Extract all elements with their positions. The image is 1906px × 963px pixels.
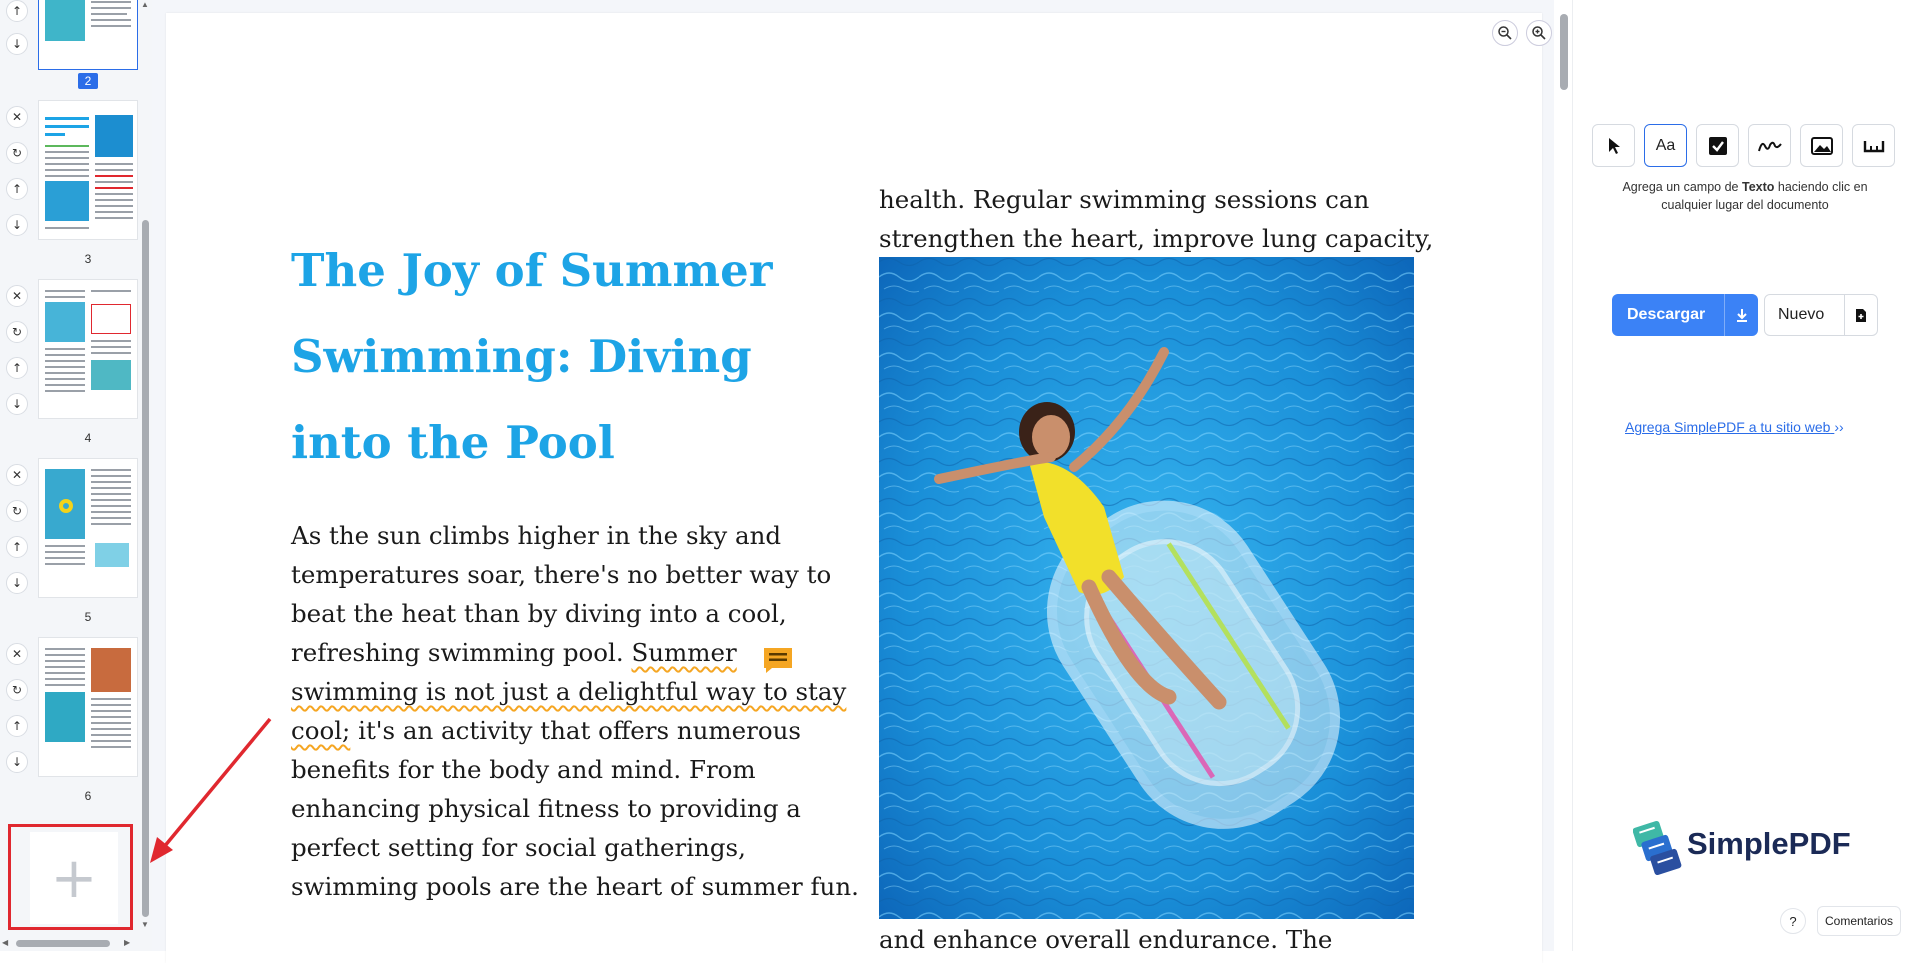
cursor-icon <box>1608 137 1620 154</box>
select-tool-button[interactable] <box>1592 124 1635 167</box>
move-down-icon[interactable]: ↓ <box>6 393 28 415</box>
page-number: 6 <box>84 789 92 803</box>
zoom-out-icon <box>1498 26 1512 40</box>
image-tool-button[interactable] <box>1800 124 1843 167</box>
move-up-icon[interactable]: ↑ <box>6 715 28 737</box>
document-scrollbar-thumb[interactable] <box>1560 14 1568 90</box>
chevron-right-icon: ›› <box>1834 419 1844 435</box>
feedback-button[interactable]: Comentarios <box>1817 906 1901 936</box>
rotate-page-icon[interactable]: ↻ <box>6 142 28 164</box>
document-right-column-text-bottom: and enhance overall endurance. The <box>879 925 1333 954</box>
delete-page-icon[interactable]: ✕ <box>6 643 28 665</box>
move-up-icon[interactable]: ↑ <box>6 536 28 558</box>
page-number: 2 <box>78 73 98 89</box>
page-thumbnail-sidebar: ↑ ↓ 2 ✕ ↻ ↑ ↓ 3 ✕ ↻ ↑ ↓ 4 ✕ ↻ ↑ ↓ 5 ✕ ↻ … <box>0 0 152 951</box>
zoom-in-button[interactable] <box>1526 20 1552 46</box>
new-file-icon <box>1843 294 1877 336</box>
page-number: 5 <box>84 610 92 624</box>
move-down-icon[interactable]: ↓ <box>6 33 28 55</box>
zoom-out-button[interactable] <box>1492 20 1518 46</box>
paragraph-text-continued: it's an activity that offers numerous be… <box>291 716 859 901</box>
annotation-arrow-icon <box>150 717 272 863</box>
scroll-right-arrow-icon[interactable]: ▶ <box>124 938 130 947</box>
move-down-icon[interactable]: ↓ <box>6 751 28 773</box>
image-icon <box>1810 136 1833 155</box>
download-icon <box>1724 294 1758 336</box>
new-document-button[interactable]: Nuevo <box>1764 294 1878 336</box>
paragraph-text: As the sun climbs higher in the sky and … <box>291 521 832 667</box>
ruler-icon <box>1863 140 1884 152</box>
page-number: 3 <box>84 252 92 266</box>
delete-page-icon[interactable]: ✕ <box>6 464 28 486</box>
page-number: 4 <box>84 431 92 445</box>
signature-tool-button[interactable] <box>1748 124 1791 167</box>
checkbox-tool-button[interactable] <box>1696 124 1739 167</box>
signature-icon <box>1757 141 1782 151</box>
rotate-page-icon[interactable]: ↻ <box>6 500 28 522</box>
text-icon: Aa <box>1655 136 1676 154</box>
move-down-icon[interactable]: ↓ <box>6 214 28 236</box>
document-right-column-text: health. Regular swimming sessions can st… <box>879 185 1434 253</box>
move-up-icon[interactable]: ↑ <box>6 0 28 22</box>
scroll-down-arrow-icon[interactable]: ▼ <box>141 920 149 929</box>
delete-page-icon[interactable]: ✕ <box>6 106 28 128</box>
page-thumbnail[interactable] <box>38 458 138 598</box>
page-thumbnail[interactable] <box>38 100 138 240</box>
download-label: Descargar <box>1627 306 1706 323</box>
tool-hint: Agrega un campo de Texto haciendo clic e… <box>1605 178 1885 214</box>
help-button[interactable]: ? <box>1780 908 1806 934</box>
zoom-in-icon <box>1532 26 1546 40</box>
scroll-up-arrow-icon[interactable]: ▲ <box>141 0 149 9</box>
add-page-button[interactable]: + <box>30 832 118 924</box>
rotate-page-icon[interactable]: ↻ <box>6 679 28 701</box>
download-button[interactable]: Descargar <box>1612 294 1758 336</box>
delete-page-icon[interactable]: ✕ <box>6 285 28 307</box>
move-up-icon[interactable]: ↑ <box>6 178 28 200</box>
move-up-icon[interactable]: ↑ <box>6 357 28 379</box>
document-title: The Joy of Summer Swimming: Diving into … <box>291 244 773 469</box>
extra-tool-button[interactable] <box>1852 124 1895 167</box>
new-label: Nuevo <box>1778 306 1825 323</box>
page-thumbnail[interactable] <box>38 637 138 777</box>
sidebar-horizontal-scrollbar-thumb[interactable] <box>16 940 110 947</box>
hint-prefix: Agrega un campo de <box>1622 180 1742 194</box>
embed-simplepdf-link[interactable]: Agrega SimplePDF a tu sitio web ›› <box>1625 419 1844 435</box>
scroll-left-arrow-icon[interactable]: ◀ <box>2 938 8 947</box>
page-thumbnail[interactable] <box>38 279 138 419</box>
move-down-icon[interactable]: ↓ <box>6 572 28 594</box>
embed-link-text: Agrega SimplePDF a tu sitio web <box>1625 419 1831 435</box>
logo-text: SimplePDF <box>1687 826 1851 861</box>
pool-image <box>879 257 1414 919</box>
rotate-page-icon[interactable]: ↻ <box>6 321 28 343</box>
document-paragraph: As the sun climbs higher in the sky and … <box>291 516 871 906</box>
text-tool-button[interactable]: Aa <box>1644 124 1687 167</box>
comment-icon[interactable] <box>762 646 794 674</box>
page-thumbnail[interactable] <box>38 0 138 70</box>
checkbox-icon <box>1708 136 1727 155</box>
hint-bold: Texto <box>1741 180 1775 194</box>
